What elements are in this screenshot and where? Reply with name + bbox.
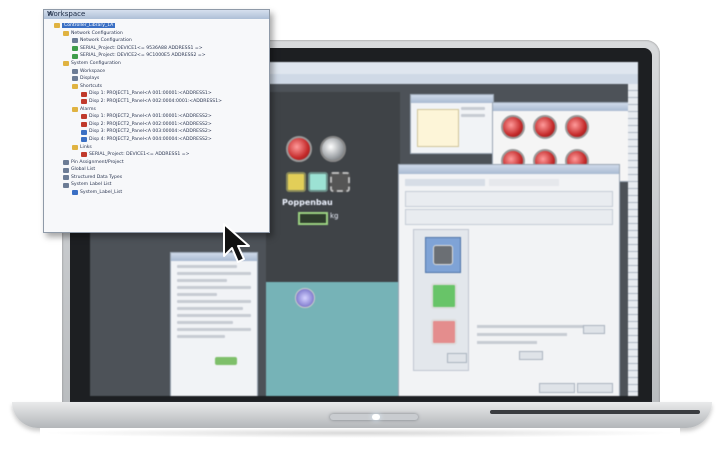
panel-icon <box>81 129 87 135</box>
library-button-2[interactable] <box>533 115 557 139</box>
tree-item-label: SERIAL_Project: DEVICE1<= ADDRESS1 => <box>89 152 190 158</box>
tree-item[interactable]: Disp 3: PROJECT2_Panel<A 003:00004:<ADDR… <box>48 128 266 136</box>
library-button-3[interactable] <box>565 115 589 139</box>
property-panel <box>170 252 258 396</box>
tree-item-label: System Configuration <box>71 60 121 66</box>
tree-item-label: SERIAL_Project: DEVICE2<= 9C1000E5 ADDRE… <box>80 53 206 59</box>
folder-icon <box>72 84 78 90</box>
tree-item[interactable]: Disp 2: PROJECT2_Panel<A 002:00001:<ADDR… <box>48 121 266 129</box>
tree-item-label: Shortcuts <box>80 83 102 89</box>
tree-item[interactable]: Network Configuration <box>48 37 266 45</box>
tree-item-label: Disp 1: PROJECT2_Panel<A 001:00001:<ADDR… <box>89 114 212 120</box>
panel-icon <box>81 99 87 105</box>
tree-item-label: Disp 3: PROJECT2_Panel<A 003:00004:<ADDR… <box>89 129 212 135</box>
close-icon[interactable]: ✕ <box>47 10 266 19</box>
power-led <box>372 414 380 420</box>
tree-item-label: Pin Assignment/Project <box>71 159 124 165</box>
tree-item[interactable]: Global List <box>48 166 266 174</box>
tree-item-label: SERIAL_Project: DEVICE1<= 9536A88 ADDRES… <box>80 45 203 51</box>
panel-icon <box>81 91 87 97</box>
tree-item[interactable]: System_Label_List <box>48 189 266 197</box>
tree-item[interactable]: System Configuration <box>48 60 266 68</box>
tree-item[interactable]: Pin Assignment/Project <box>48 159 266 167</box>
link-icon <box>81 152 87 158</box>
tree-item[interactable]: Workspace <box>48 68 266 76</box>
list-icon <box>63 167 69 173</box>
tree-item-label: Controller_Library_1A <box>62 23 116 28</box>
hmi-grey-lamp[interactable] <box>330 172 350 192</box>
tree-item-label: Displays <box>80 76 100 82</box>
list-icon <box>72 190 78 196</box>
link-icon <box>72 46 78 52</box>
tree-item[interactable]: System Label List <box>48 181 266 189</box>
tree-item[interactable]: Structured Data Types <box>48 174 266 182</box>
hmi-value-box[interactable] <box>298 212 328 225</box>
tree-item-label: Disp 2: PROJECT2_Panel<A 002:00001:<ADDR… <box>89 121 212 127</box>
hmi-red-button[interactable] <box>286 136 312 162</box>
tree-item[interactable]: Shortcuts <box>48 83 266 91</box>
folder-icon <box>63 61 69 67</box>
dialog-state-3[interactable] <box>431 319 457 345</box>
hmi-label: Poppenbau <box>282 198 333 207</box>
tree-item-label: System Label List <box>71 182 112 188</box>
list-icon <box>63 182 69 188</box>
project-tree: Controller_Library_1A Network Configurati… <box>48 22 266 197</box>
folder-icon <box>63 30 69 36</box>
dialog-state-2[interactable] <box>431 283 457 309</box>
hmi-canvas-lower <box>266 282 400 396</box>
workspace-titlebar[interactable]: Workspace ✕ <box>44 10 269 19</box>
tree-item[interactable]: Disp 1: PROJECT1_Panel<A 001:00001:<ADDR… <box>48 90 266 98</box>
dialog-cancel-button[interactable] <box>577 383 613 393</box>
gear-icon <box>72 68 78 74</box>
gear-icon <box>72 76 78 82</box>
tree-item[interactable]: Network Configuration <box>48 30 266 38</box>
hmi-cyan-lamp[interactable] <box>308 172 328 192</box>
tree-item[interactable]: Disp 4: PROJECT2_Panel<A 004:00004:<ADDR… <box>48 136 266 144</box>
laptop-slot <box>490 410 700 414</box>
panel-icon <box>81 114 87 120</box>
library-button-1[interactable] <box>501 115 525 139</box>
tree-item-label: Disp 1: PROJECT1_Panel<A 001:00001:<ADDR… <box>89 91 212 97</box>
hmi-unit: kg <box>330 212 339 220</box>
hmi-yellow-lamp[interactable] <box>286 172 306 192</box>
folder-icon <box>54 23 60 29</box>
panel-icon <box>81 137 87 143</box>
tree-item-label: System_Label_List <box>80 190 123 196</box>
workspace-window: Workspace ✕ Controller_Library_1A Network… <box>43 9 270 233</box>
tree-item-label: Disp 4: PROJECT2_Panel<A 004:00004:<ADDR… <box>89 136 212 142</box>
panel-icon <box>81 122 87 128</box>
tree-item[interactable]: SERIAL_Project: DEVICE1<= 9536A88 ADDRES… <box>48 45 266 53</box>
dialog-ok-button[interactable] <box>539 383 575 393</box>
tree-item[interactable]: Links <box>48 144 266 152</box>
tree-item-label: Network Configuration <box>71 30 123 36</box>
tree-item-label: Links <box>80 144 92 150</box>
gear-icon <box>63 159 69 165</box>
tree-item-label: Structured Data Types <box>71 174 123 180</box>
tree-item[interactable]: Disp 1: PROJECT2_Panel<A 001:00001:<ADDR… <box>48 113 266 121</box>
tree-item-label: Disp 2: PROJECT1_Panel<A 002:0004:0001:<… <box>89 98 222 104</box>
file-browser-window <box>410 94 494 154</box>
hmi-round-lamp[interactable] <box>295 288 315 308</box>
right-toolbar-strip <box>628 84 638 396</box>
tree-item-label: Workspace <box>80 68 106 74</box>
tree-item[interactable]: Displays <box>48 75 266 83</box>
link-icon <box>72 53 78 59</box>
laptop-shadow <box>40 428 680 438</box>
settings-dialog <box>398 164 620 396</box>
hmi-selector-knob[interactable] <box>320 136 346 162</box>
mouse-cursor-icon <box>223 223 250 263</box>
tree-item[interactable]: Alarms <box>48 106 266 114</box>
tree-item[interactable]: SERIAL_Project: DEVICE1<= ADDRESS1 => <box>48 151 266 159</box>
tree-item-label: Global List <box>71 167 96 173</box>
list-icon <box>63 175 69 181</box>
gear-icon <box>72 38 78 44</box>
tree-item[interactable]: SERIAL_Project: DEVICE2<= 9C1000E5 ADDRE… <box>48 52 266 60</box>
tree-item[interactable]: Controller_Library_1A <box>48 22 266 30</box>
folder-icon <box>72 144 78 150</box>
tree-item[interactable]: Disp 2: PROJECT1_Panel<A 002:0004:0001:<… <box>48 98 266 106</box>
tree-item-label: Network Configuration <box>80 38 132 44</box>
tree-item-label: Alarms <box>80 106 96 112</box>
folder-icon <box>72 106 78 112</box>
